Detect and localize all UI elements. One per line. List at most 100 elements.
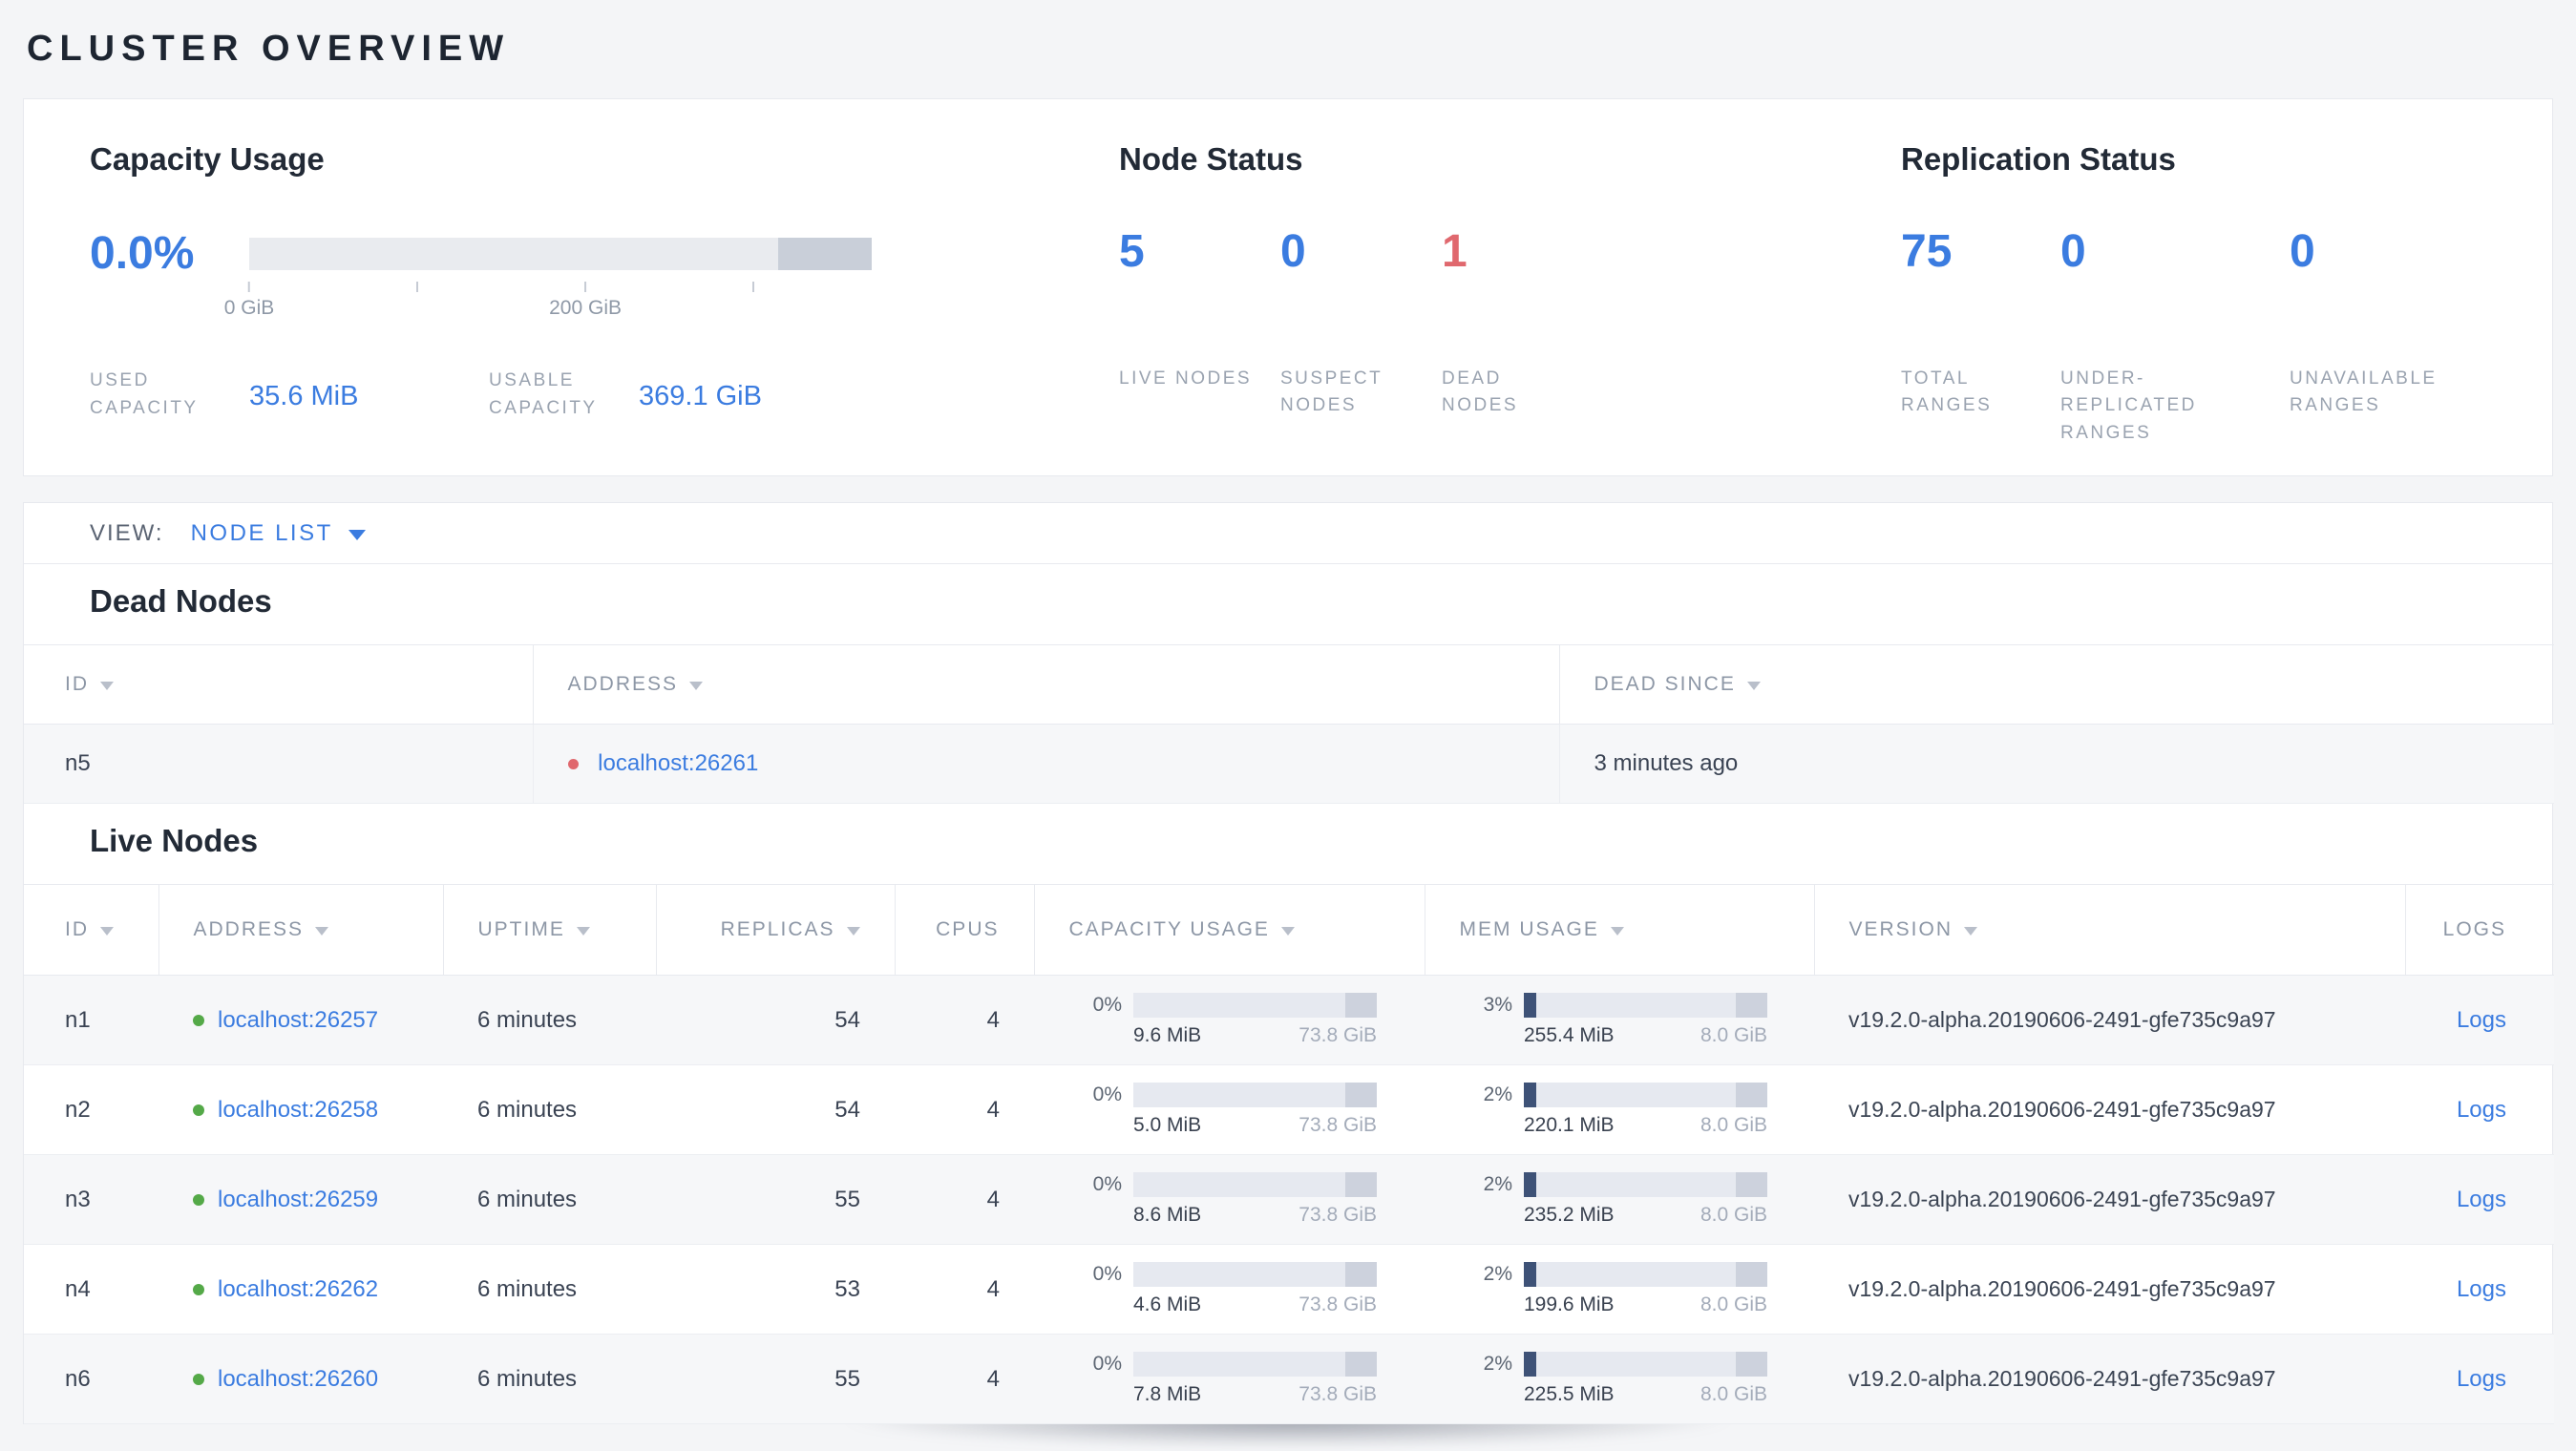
live-node-row: n1 localhost:26257 6 minutes 54 4 0% 9.6… <box>24 975 2554 1065</box>
logs-link[interactable]: Logs <box>2457 1187 2506 1212</box>
capacity-total: 73.8 GiB <box>1299 1114 1377 1136</box>
bar-marker <box>1344 1083 1377 1107</box>
sort-arrow-icon <box>689 682 704 690</box>
live-col-capacity[interactable]: CAPACITY USAGE <box>1034 884 1425 976</box>
bar-marker <box>1735 1352 1767 1377</box>
under-replicated-count: 0 <box>2060 226 2086 277</box>
dead-col-address[interactable]: ADDRESS <box>533 644 1560 725</box>
node-id: n3 <box>24 1154 158 1245</box>
node-address-link[interactable]: localhost:26260 <box>218 1366 378 1392</box>
dead-col-dead-since[interactable]: DEAD SINCE <box>1559 644 2554 725</box>
node-status-section: Node Status 5 LIVE NODES 0 SUSPECT NODES… <box>1119 141 1901 475</box>
capacity-percent: 0% <box>1092 1083 1122 1105</box>
mem-usage-cell: 2% 220.1 MiB 8.0 GiB <box>1459 1083 1814 1137</box>
total-ranges-count: 75 <box>1901 226 1953 277</box>
bar-marker <box>1735 1172 1767 1197</box>
version-value: v19.2.0-alpha.20190606-2491-gfe735c9a97 <box>1814 1154 2405 1245</box>
uptime-value: 6 minutes <box>443 1154 656 1245</box>
live-status-icon <box>193 1373 204 1385</box>
mem-bar <box>1524 1352 1767 1377</box>
capacity-bar <box>1133 993 1377 1018</box>
uptime-value: 6 minutes <box>443 1244 656 1335</box>
live-status-icon <box>193 1283 204 1295</box>
live-nodes-header-row: ID ADDRESS UPTIME REPLICAS CPUS CAPACITY… <box>24 884 2554 976</box>
uptime-value: 6 minutes <box>443 975 656 1065</box>
capacity-percent: 0.0% <box>90 228 195 279</box>
mem-total: 8.0 GiB <box>1700 1204 1767 1226</box>
sort-arrow-icon <box>1610 927 1624 936</box>
live-col-address[interactable]: ADDRESS <box>158 884 444 976</box>
suspect-nodes-stat: 0 SUSPECT NODES <box>1280 226 1442 420</box>
logs-link[interactable]: Logs <box>2457 1366 2506 1392</box>
live-nodes-count: 5 <box>1119 226 1145 277</box>
capacity-bar <box>1133 1172 1377 1197</box>
unavailable-label: UNAVAILABLE RANGES <box>2290 368 2438 416</box>
axis-tick-icon <box>584 282 587 292</box>
live-nodes-label: LIVE NODES <box>1119 368 1253 389</box>
capacity-used: 9.6 MiB <box>1133 1024 1202 1046</box>
cluster-summary-card: Capacity Usage 0.0% 0 GiB 200 GiB USED C… <box>23 98 2553 476</box>
live-col-cpus: CPUS <box>895 884 1035 976</box>
live-col-mem[interactable]: MEM USAGE <box>1425 884 1815 976</box>
mem-percent: 2% <box>1483 1353 1512 1375</box>
mem-usage-cell: 2% 235.2 MiB 8.0 GiB <box>1459 1172 1814 1227</box>
cpus-value: 4 <box>895 1244 1034 1335</box>
axis-tick-label: 0 GiB <box>223 297 275 319</box>
capacity-total: 73.8 GiB <box>1299 1383 1377 1405</box>
logs-link[interactable]: Logs <box>2457 1097 2506 1123</box>
capacity-used: 4.6 MiB <box>1133 1293 1202 1315</box>
axis-tick-icon <box>752 282 755 292</box>
mem-total: 8.0 GiB <box>1700 1024 1767 1046</box>
mem-used: 199.6 MiB <box>1524 1293 1615 1315</box>
node-id: n1 <box>24 975 158 1065</box>
capacity-usage-cell: 0% 9.6 MiB 73.8 GiB <box>1068 993 1425 1047</box>
capacity-bar-marker <box>778 237 872 270</box>
suspect-nodes-count: 0 <box>1280 226 1306 277</box>
mem-used: 225.5 MiB <box>1524 1383 1615 1405</box>
live-col-uptime[interactable]: UPTIME <box>443 884 657 976</box>
mem-total: 8.0 GiB <box>1700 1383 1767 1405</box>
mem-total: 8.0 GiB <box>1700 1114 1767 1136</box>
logs-link[interactable]: Logs <box>2457 1276 2506 1302</box>
live-node-row: n3 localhost:26259 6 minutes 55 4 0% 8.6… <box>24 1154 2554 1245</box>
view-select-dropdown[interactable]: NODE LIST <box>191 520 366 547</box>
capacity-used: 5.0 MiB <box>1133 1114 1202 1136</box>
bar-marker <box>1344 993 1377 1018</box>
node-address-link[interactable]: localhost:26261 <box>598 750 758 776</box>
capacity-percent: 0% <box>1092 1353 1122 1375</box>
live-col-version[interactable]: VERSION <box>1814 884 2406 976</box>
node-id: n4 <box>24 1244 158 1335</box>
axis-tick-icon <box>248 282 250 292</box>
unavailable-count: 0 <box>2290 226 2315 277</box>
replicas-value: 55 <box>656 1334 895 1424</box>
replicas-value: 53 <box>656 1244 895 1335</box>
replicas-value: 55 <box>656 1154 895 1245</box>
dead-col-id[interactable]: ID <box>24 644 534 725</box>
live-status-icon <box>193 1104 204 1116</box>
capacity-percent: 0% <box>1092 1173 1122 1195</box>
mem-used: 220.1 MiB <box>1524 1114 1615 1136</box>
mem-used: 255.4 MiB <box>1524 1024 1615 1046</box>
live-col-id[interactable]: ID <box>24 884 159 976</box>
cluster-overview-page: CLUSTER OVERVIEW Capacity Usage 0.0% 0 G… <box>0 0 2576 1424</box>
node-address-link[interactable]: localhost:26262 <box>218 1276 378 1302</box>
logs-link[interactable]: Logs <box>2457 1007 2506 1033</box>
dead-nodes-label: DEAD NODES <box>1442 368 1519 416</box>
mem-bar <box>1524 993 1767 1018</box>
node-address-link[interactable]: localhost:26259 <box>218 1187 378 1212</box>
dead-status-icon <box>567 759 579 769</box>
replicas-value: 54 <box>656 975 895 1065</box>
cpus-value: 4 <box>895 1064 1034 1155</box>
version-value: v19.2.0-alpha.20190606-2491-gfe735c9a97 <box>1814 1334 2405 1424</box>
live-col-replicas[interactable]: REPLICAS <box>656 884 896 976</box>
uptime-value: 6 minutes <box>443 1334 656 1424</box>
node-address-link[interactable]: localhost:26257 <box>218 1007 378 1033</box>
dead-nodes-heading: Dead Nodes <box>90 583 272 619</box>
mem-used: 235.2 MiB <box>1524 1204 1615 1226</box>
mem-percent: 2% <box>1483 1173 1512 1195</box>
node-address-link[interactable]: localhost:26258 <box>218 1097 378 1123</box>
bar-marker <box>1344 1172 1377 1197</box>
capacity-bar <box>1133 1352 1377 1377</box>
bar-marker <box>1735 1083 1767 1107</box>
axis-tick-icon <box>416 282 419 292</box>
